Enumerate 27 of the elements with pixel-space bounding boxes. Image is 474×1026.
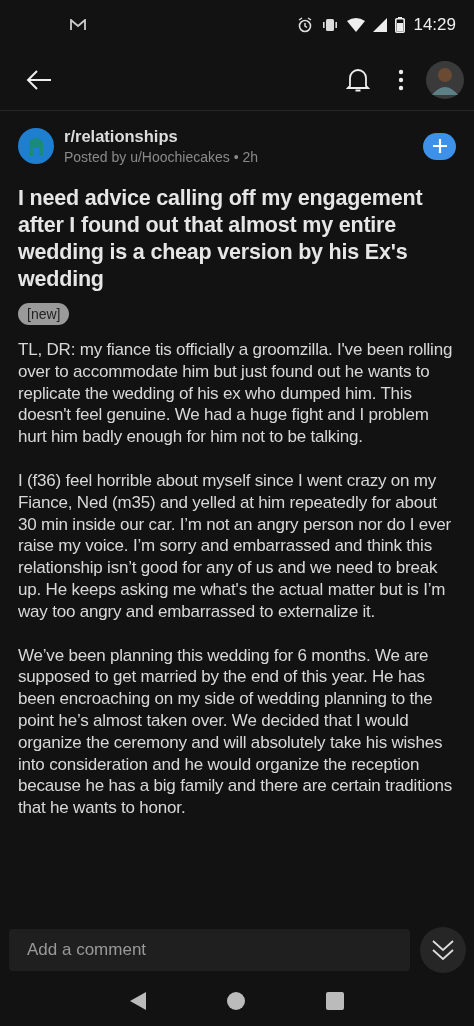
bell-icon xyxy=(346,67,370,93)
subreddit-link[interactable]: r/relationships xyxy=(64,127,413,146)
alarm-icon xyxy=(297,17,314,33)
subreddit-icon[interactable] xyxy=(18,128,54,164)
more-icon xyxy=(398,69,404,91)
post-title: I need advice calling off my engagement after I found out that almost my entire wedding is a cheap version by his Ex's wedding xyxy=(18,185,424,293)
post-flair: [new] xyxy=(18,303,70,325)
scroll-down-button[interactable] xyxy=(420,927,466,973)
plus-icon xyxy=(431,138,448,154)
body-paragraph: I (f36) feel horrible about myself since I went crazy on my Fiance, Ned (m35) and yelled at him repeatedly for about 30 min inside our car. I’m not an angry person nor do I ever raise my voice. I’m sorry and embarrassed and think this relationship isn’t good for any of us and we need to break up. He keeps asking me what's the actual matter but is I’m way too angry and embarrassed to externalize it. xyxy=(18,470,453,623)
recents-nav-icon[interactable] xyxy=(325,992,344,1010)
home-nav-icon[interactable] xyxy=(227,992,245,1010)
back-arrow-icon xyxy=(26,69,52,91)
double-chevron-down-icon xyxy=(431,939,455,961)
body-paragraph: TL, DR: my fiance tis officially a groomzilla. I've been rolling over to accommodate him but just found out he wants to replicate the wedding of his ex who dumped him. This doesn't feel genuine. We had a huge fight and I problem hurt him badly enough for him not to be talking. xyxy=(18,339,454,448)
user-avatar[interactable] xyxy=(426,61,464,99)
body-paragraph: We’ve been planning this wedding for 6 months. We are supposed to get married by the end of this year. He has been encroaching on my side of wedding planning to the point he’s almost taken over. We decided that I would organize the ceremony and will absolutely take his wishes into consideration and he would organize the reception because he has a big family and there are certain traditions that he wants to honor. xyxy=(18,644,454,819)
post-meta: Posted by u/Hoochiecakes • 2h xyxy=(64,149,260,165)
back-nav-icon[interactable] xyxy=(130,992,147,1010)
join-button[interactable] xyxy=(423,132,456,160)
battery-icon xyxy=(395,17,406,33)
mail-icon xyxy=(70,19,86,31)
comment-field[interactable]: Add a comment xyxy=(9,929,410,971)
wifi-icon xyxy=(347,18,366,32)
status-time: 14:29 xyxy=(413,15,456,35)
vibrate-icon xyxy=(321,18,340,32)
signal-icon xyxy=(373,18,388,32)
